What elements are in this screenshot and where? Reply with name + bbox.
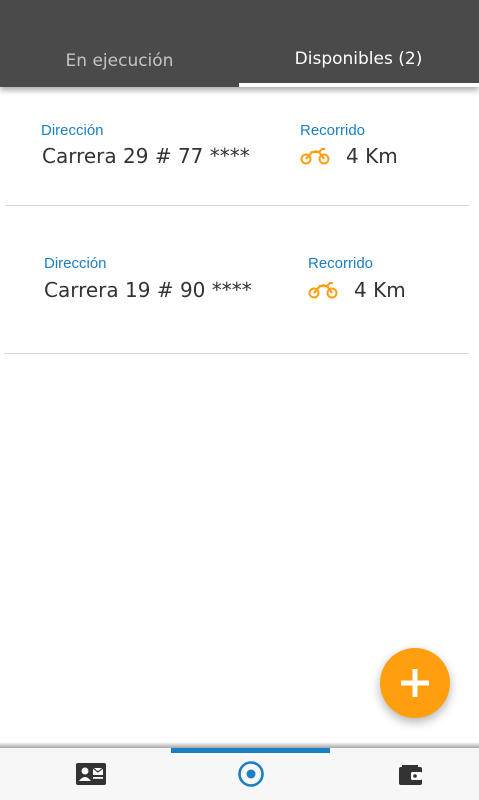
distance-label: Recorrido xyxy=(308,255,374,272)
nav-item-wallet[interactable] xyxy=(331,748,479,800)
plus-icon xyxy=(401,669,429,697)
nav-item-profile[interactable] xyxy=(11,748,170,800)
motorcycle-icon xyxy=(300,148,330,165)
service-card[interactable]: Dirección Carrera 19 # 90 **** Recorrido… xyxy=(0,207,479,354)
target-icon xyxy=(237,761,264,787)
bottom-navigation xyxy=(0,748,479,800)
add-button[interactable] xyxy=(380,648,450,718)
active-tab-indicator xyxy=(239,83,479,87)
address-value: Carrera 19 # 90 **** xyxy=(44,278,252,302)
tab-disponibles[interactable]: Disponibles (2) xyxy=(239,36,478,82)
address-label: Dirección xyxy=(41,122,104,139)
top-tab-bar: En ejecución Disponibles (2) xyxy=(0,0,479,87)
address-value: Carrera 29 # 77 **** xyxy=(42,144,250,168)
card-divider xyxy=(4,353,469,354)
card-divider xyxy=(5,205,469,206)
contact-card-icon xyxy=(75,763,106,785)
distance-value: 4 Km xyxy=(354,278,406,302)
distance-value: 4 Km xyxy=(346,144,398,168)
distance-label: Recorrido xyxy=(300,122,366,139)
wallet-icon xyxy=(398,765,422,785)
motorcycle-icon xyxy=(308,282,338,299)
tab-en-ejecucion[interactable]: En ejecución xyxy=(0,38,239,84)
address-label: Dirección xyxy=(44,255,107,272)
nav-item-services[interactable] xyxy=(171,748,330,800)
active-nav-indicator xyxy=(171,748,330,753)
